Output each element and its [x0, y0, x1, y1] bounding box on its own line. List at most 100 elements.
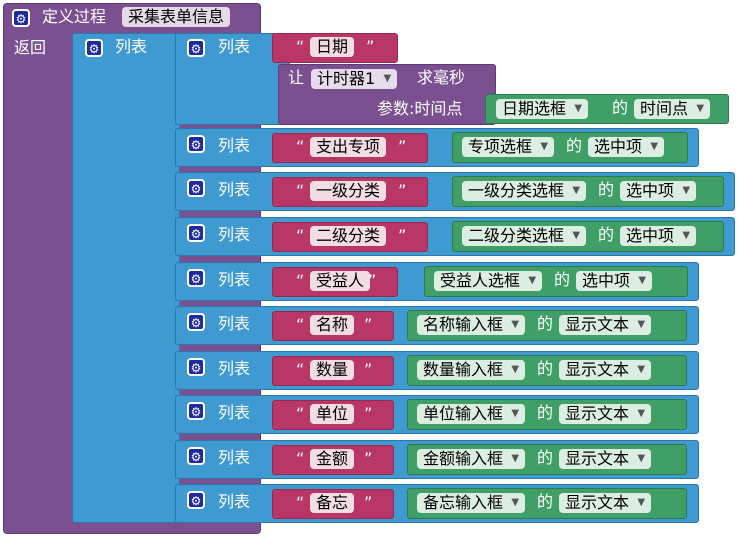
row-component-dropdown[interactable]: 单位输入框 ▼ — [417, 404, 526, 424]
close-quote: ” — [398, 137, 407, 156]
component-name: 专项选框 — [468, 137, 533, 156]
chevron-down-icon: ▼ — [383, 73, 392, 84]
chevron-down-icon: ▼ — [650, 141, 659, 152]
component-name: 单位输入框 — [423, 404, 504, 423]
row-string-field[interactable]: 金额 — [310, 449, 355, 469]
row-list-label: 列表 — [218, 270, 251, 289]
date-string-field[interactable]: 日期 — [310, 37, 355, 57]
open-quote: “ — [296, 137, 305, 156]
chevron-down-icon: ▼ — [511, 319, 520, 330]
chevron-down-icon: ▼ — [637, 453, 646, 464]
chevron-down-icon: ▼ — [540, 141, 549, 152]
open-quote: “ — [296, 360, 305, 379]
row-string-field[interactable]: 数量 — [310, 360, 355, 380]
gear-icon: ⚙ — [85, 39, 103, 57]
close-quote: ” — [398, 181, 407, 200]
close-quote: ” — [364, 404, 373, 423]
return-label: 返回 — [14, 38, 47, 57]
row-string-field[interactable]: 单位 — [310, 404, 355, 424]
chevron-down-icon: ▼ — [572, 185, 581, 196]
method-label: 求毫秒 — [417, 68, 466, 87]
outer-list-block[interactable] — [72, 33, 180, 523]
row-property-dropdown[interactable]: 显示文本 ▼ — [559, 493, 652, 513]
row-component-dropdown[interactable]: 二级分类选框 ▼ — [462, 226, 587, 246]
of-label: 的 — [537, 314, 554, 333]
of-label: 的 — [612, 98, 629, 117]
row-list-label: 列表 — [218, 136, 251, 155]
component-name: 金额输入框 — [423, 449, 504, 468]
component-name: 数量输入框 — [423, 360, 504, 379]
row-component-dropdown[interactable]: 受益人选框 ▼ — [434, 271, 543, 291]
row-property-dropdown[interactable]: 选中项 ▼ — [576, 271, 653, 291]
row-string-field[interactable]: 名称 — [310, 315, 355, 335]
row-property-dropdown[interactable]: 选中项 ▼ — [620, 181, 697, 201]
row-component-dropdown[interactable]: 专项选框 ▼ — [462, 137, 555, 157]
chevron-down-icon: ▼ — [696, 103, 705, 114]
row-property-dropdown[interactable]: 显示文本 ▼ — [559, 315, 652, 335]
gear-icon: ⚙ — [187, 358, 205, 376]
open-quote: “ — [296, 271, 305, 290]
chevron-down-icon: ▼ — [638, 275, 647, 286]
close-quote: ” — [364, 360, 373, 379]
chevron-down-icon: ▼ — [637, 319, 646, 330]
gear-icon: ⚙ — [187, 135, 205, 153]
chevron-down-icon: ▼ — [574, 103, 583, 114]
chevron-down-icon: ▼ — [511, 453, 520, 464]
param-label: 参数:时间点 — [377, 99, 463, 118]
row-property-dropdown[interactable]: 显示文本 ▼ — [559, 404, 652, 424]
procedure-name-field[interactable]: 采集表单信息 — [122, 7, 231, 27]
close-quote: ” — [366, 37, 375, 56]
chevron-down-icon: ▼ — [511, 408, 520, 419]
component-name: 一级分类选框 — [468, 181, 565, 200]
row-string-field[interactable]: 一级分类 — [310, 181, 387, 201]
row-component-dropdown[interactable]: 数量输入框 ▼ — [417, 360, 526, 380]
property-name: 显示文本 — [565, 404, 630, 423]
of-label: 的 — [598, 225, 615, 244]
row-property-dropdown[interactable]: 选中项 ▼ — [588, 137, 665, 157]
call-label: 让 — [288, 68, 305, 87]
row-string-field[interactable]: 二级分类 — [310, 226, 387, 246]
component-name: 名称输入框 — [423, 315, 504, 334]
row-list-label: 列表 — [218, 314, 251, 333]
close-quote: ” — [364, 449, 373, 468]
row-property-dropdown[interactable]: 显示文本 ▼ — [559, 360, 652, 380]
property-name: 显示文本 — [565, 360, 630, 379]
row-list-label: 列表 — [218, 492, 251, 511]
of-label: 的 — [554, 270, 571, 289]
property-name: 选中项 — [582, 271, 631, 290]
row-property-dropdown[interactable]: 显示文本 ▼ — [559, 449, 652, 469]
date-property-dropdown[interactable]: 时间点 ▼ — [634, 99, 711, 119]
close-quote: ” — [364, 493, 373, 512]
gear-icon: ⚙ — [187, 179, 205, 197]
row-component-dropdown[interactable]: 一级分类选框 ▼ — [462, 181, 587, 201]
chevron-down-icon: ▼ — [511, 364, 520, 375]
open-quote: “ — [296, 181, 305, 200]
chevron-down-icon: ▼ — [511, 497, 520, 508]
component-name: 备忘输入框 — [423, 493, 504, 512]
row-component-dropdown[interactable]: 名称输入框 ▼ — [417, 315, 526, 335]
row-component-dropdown[interactable]: 备忘输入框 ▼ — [417, 493, 526, 513]
chevron-down-icon: ▼ — [682, 185, 691, 196]
row-property-dropdown[interactable]: 选中项 ▼ — [620, 226, 697, 246]
chevron-down-icon: ▼ — [572, 230, 581, 241]
open-quote: “ — [296, 315, 305, 334]
row-string-field[interactable]: 受益人 — [310, 271, 371, 291]
row-list-label: 列表 — [218, 180, 251, 199]
chevron-down-icon: ▼ — [637, 497, 646, 508]
row-string-field[interactable]: 备忘 — [310, 493, 355, 513]
row-list-label: 列表 — [218, 448, 251, 467]
gear-icon: ⚙ — [187, 269, 205, 287]
outer-list-label: 列表 — [115, 37, 148, 56]
close-quote: ” — [398, 226, 407, 245]
date-picker-dropdown[interactable]: 日期选框 ▼ — [496, 99, 589, 119]
row-component-dropdown[interactable]: 金额输入框 ▼ — [417, 449, 526, 469]
component-name: 受益人选框 — [440, 271, 521, 290]
gear-icon: ⚙ — [187, 447, 205, 465]
timer-dropdown[interactable]: 计时器1 ▼ — [311, 69, 398, 89]
close-quote: ” — [368, 271, 377, 290]
close-quote: ” — [364, 315, 373, 334]
open-quote: “ — [296, 449, 305, 468]
row-string-field[interactable]: 支出专项 — [310, 137, 387, 157]
of-label: 的 — [537, 359, 554, 378]
property-name: 显示文本 — [565, 315, 630, 334]
